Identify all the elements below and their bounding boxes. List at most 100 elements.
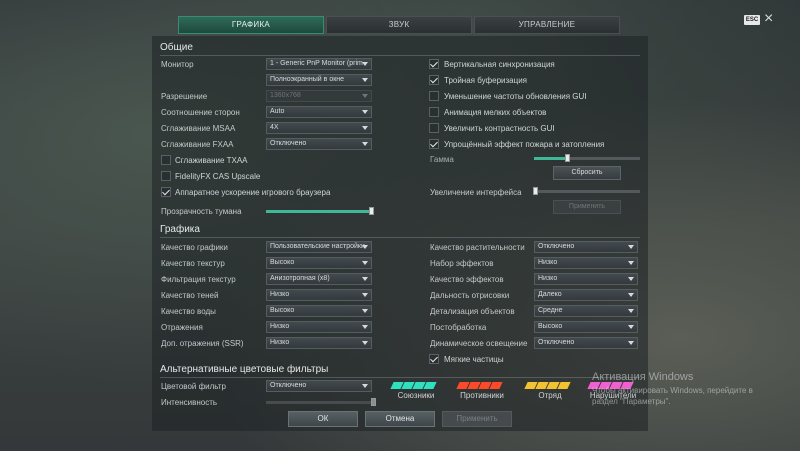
- color-filter-select[interactable]: Отключено: [266, 380, 372, 392]
- intensity-slider-track[interactable]: [266, 401, 374, 404]
- color-swatch-group: [390, 382, 437, 389]
- gamma-slider-fill: [534, 157, 568, 160]
- color-swatch-group: [456, 382, 503, 389]
- chevron-down-icon: [362, 110, 368, 114]
- right-select[interactable]: Высоко: [534, 321, 638, 333]
- fog-slider-handle[interactable]: [369, 207, 374, 215]
- chevron-down-icon: [362, 277, 368, 281]
- fxaa-label: Сглаживание FXAA: [161, 140, 234, 149]
- apply-button: Применить: [442, 411, 512, 427]
- chevron-down-icon: [362, 261, 368, 265]
- chevron-down-icon: [628, 309, 634, 313]
- monitor-select[interactable]: 1 - Generic PnP Monitor (prim: [266, 58, 372, 70]
- color-filter-group-label: Союзники: [397, 391, 435, 400]
- monitor-label: Монитор: [161, 60, 194, 69]
- left-select[interactable]: Высоко: [266, 305, 372, 317]
- tab-sound[interactable]: ЗВУК: [326, 16, 472, 34]
- color-swatch: [489, 382, 503, 389]
- small-anim-label: Анимация мелких объектов: [444, 108, 547, 117]
- right-select[interactable]: Средне: [534, 305, 638, 317]
- ok-button[interactable]: ОК: [288, 411, 358, 427]
- gamma-reset-button[interactable]: Сбросить: [553, 166, 621, 180]
- left-select[interactable]: Низко: [266, 289, 372, 301]
- txaa-label: Сглаживание TXAA: [175, 156, 248, 165]
- browser-accel-checkbox[interactable]: [161, 187, 171, 197]
- chevron-down-icon: [362, 62, 368, 66]
- tab-graphics[interactable]: ГРАФИКА: [178, 16, 324, 34]
- chevron-down-icon: [362, 341, 368, 345]
- right-select[interactable]: Низко: [534, 257, 638, 269]
- gui-rate-checkbox[interactable]: [429, 91, 439, 101]
- browser-accel-label: Аппаратное ускорение игрового браузера: [175, 188, 331, 197]
- fire-effect-checkbox[interactable]: [429, 139, 439, 149]
- chevron-down-icon: [628, 325, 634, 329]
- msaa-label: Сглаживание MSAA: [161, 124, 236, 133]
- aspect-ratio-select[interactable]: Auto: [266, 106, 372, 118]
- chevron-down-icon: [362, 293, 368, 297]
- left-label: Качество воды: [161, 307, 216, 316]
- ui-scale-slider-handle[interactable]: [533, 187, 538, 195]
- right-select[interactable]: Далеко: [534, 289, 638, 301]
- chevron-down-icon: [628, 293, 634, 297]
- left-select[interactable]: Пользовательские настройки: [266, 241, 372, 253]
- color-filter-group-label: Отряд: [538, 391, 562, 400]
- tab-controls[interactable]: УПРАВЛЕНИЕ: [474, 16, 620, 34]
- chevron-down-icon: [628, 245, 634, 249]
- chevron-down-icon: [362, 94, 368, 98]
- color-filter-group-label: Противники: [460, 391, 504, 400]
- right-label: Качество эффектов: [430, 275, 504, 284]
- aspect-ratio-label: Соотношение сторон: [161, 108, 240, 117]
- fog-slider-fill: [266, 210, 372, 213]
- right-label: Детализация объектов: [430, 307, 515, 316]
- right-label: Качество растительности: [430, 243, 525, 252]
- gui-rate-label: Уменьшение частоты обновления GUI: [444, 92, 587, 101]
- right-select[interactable]: Низко: [534, 273, 638, 285]
- left-label: Фильтрация текстур: [161, 275, 236, 284]
- vsync-checkbox[interactable]: [429, 59, 439, 69]
- triple-buffer-label: Тройная буферизация: [444, 76, 527, 85]
- windows-activation-title: Активация Windows: [592, 371, 694, 383]
- chevron-down-icon: [628, 341, 634, 345]
- chevron-down-icon: [362, 142, 368, 146]
- txaa-checkbox[interactable]: [161, 155, 171, 165]
- section-divider: [160, 55, 640, 56]
- fidelityfx-checkbox[interactable]: [161, 171, 171, 181]
- ui-scale-slider-track[interactable]: [536, 190, 640, 193]
- color-swatch-group: [524, 382, 571, 389]
- small-anim-checkbox[interactable]: [429, 107, 439, 117]
- left-select[interactable]: Низко: [266, 337, 372, 349]
- section-divider: [160, 377, 640, 378]
- screen-mode-select[interactable]: Полноэкранный в окне: [266, 74, 372, 86]
- right-select[interactable]: Отключено: [534, 337, 638, 349]
- section-general-title: Общие: [160, 42, 193, 53]
- triple-buffer-checkbox[interactable]: [429, 75, 439, 85]
- close-icon[interactable]: ×: [764, 11, 773, 27]
- ui-scale-label: Увеличение интерфейса: [430, 188, 522, 197]
- section-divider: [160, 237, 640, 238]
- color-filter-label: Цветовой фильтр: [161, 382, 226, 391]
- fxaa-select[interactable]: Отключено: [266, 138, 372, 150]
- left-label: Доп. отражения (SSR): [161, 339, 244, 348]
- left-select[interactable]: Анизотропная (x8): [266, 273, 372, 285]
- left-select[interactable]: Низко: [266, 321, 372, 333]
- section-graphics-title: Графика: [160, 224, 200, 235]
- msaa-select[interactable]: 4X: [266, 122, 372, 134]
- intensity-slider-handle[interactable]: [371, 398, 376, 406]
- left-label: Качество графики: [161, 243, 228, 252]
- left-label: Отражения: [161, 323, 203, 332]
- gamma-slider-handle[interactable]: [565, 154, 570, 162]
- chevron-down-icon: [362, 325, 368, 329]
- chevron-down-icon: [628, 277, 634, 281]
- gui-contrast-checkbox[interactable]: [429, 123, 439, 133]
- right-label: Динамическое освещение: [430, 339, 528, 348]
- soft-particles-checkbox[interactable]: [429, 354, 439, 364]
- left-label: Качество теней: [161, 291, 219, 300]
- right-select[interactable]: Отключено: [534, 241, 638, 253]
- resolution-label: Разрешение: [161, 92, 208, 101]
- left-select[interactable]: Высоко: [266, 257, 372, 269]
- chevron-down-icon: [362, 384, 368, 388]
- chevron-down-icon: [628, 261, 634, 265]
- windows-activation-line: Чтобы активировать Windows, перейдите в: [592, 386, 753, 395]
- cancel-button[interactable]: Отмена: [365, 411, 435, 427]
- resolution-select: 1360x768: [266, 90, 372, 102]
